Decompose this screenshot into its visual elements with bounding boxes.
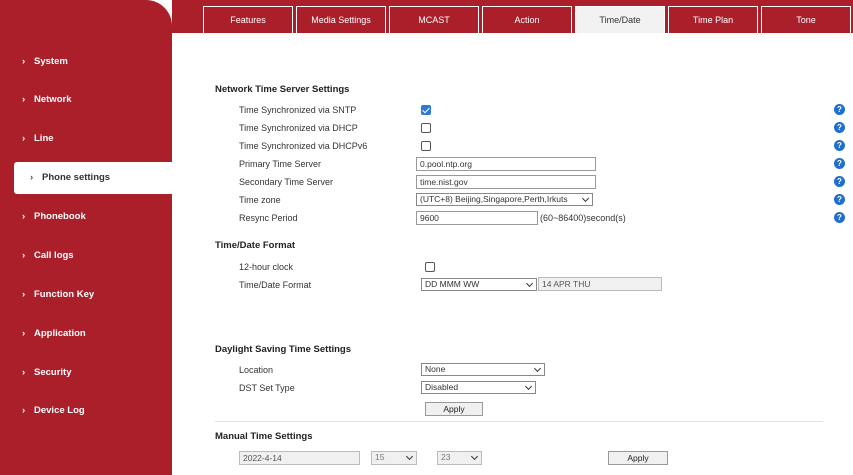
sidebar-item-function-key[interactable]: › Function Key: [0, 284, 172, 306]
timezone-value: (UTC+8) Beijing,Singapore,Perth,Irkuts: [420, 194, 568, 204]
help-icon[interactable]: ?: [834, 194, 845, 205]
twelve-hour-clock-checkbox[interactable]: [425, 262, 435, 272]
sidebar-item-network[interactable]: › Network: [0, 89, 172, 111]
dst-section-title: Daylight Saving Time Settings: [215, 344, 352, 355]
help-icon[interactable]: ?: [834, 104, 845, 115]
manual-minute-value: 23: [441, 452, 451, 462]
sidebar-item-security[interactable]: › Security: [0, 362, 172, 384]
time-date-format-label: Time/Date Format: [239, 280, 312, 290]
section-divider: [215, 421, 823, 422]
primary-server-label: Primary Time Server: [239, 159, 322, 169]
sidebar-item-label: Call logs: [34, 250, 74, 261]
chevron-right-icon: ›: [22, 250, 26, 261]
sidebar-item-label: Application: [34, 328, 86, 339]
sidebar-item-phone-settings[interactable]: › Phone settings: [14, 162, 172, 194]
time-date-format-preview: 14 APR THU: [538, 277, 662, 291]
chevron-down-icon: [470, 452, 479, 461]
timezone-select[interactable]: (UTC+8) Beijing,Singapore,Perth,Irkuts: [416, 193, 593, 206]
time-date-format-select[interactable]: DD MMM WW: [421, 278, 537, 291]
help-icon[interactable]: ?: [834, 140, 845, 151]
chevron-down-icon: [533, 364, 542, 373]
dst-type-value: Disabled: [425, 382, 459, 392]
time-format-section-title: Time/Date Format: [215, 240, 296, 251]
resync-period-input[interactable]: 9600: [416, 211, 538, 225]
sidebar-item-application[interactable]: › Application: [0, 323, 172, 345]
sidebar-item-label: Security: [34, 367, 72, 378]
primary-server-input[interactable]: 0.pool.ntp.org: [416, 157, 596, 171]
chevron-down-icon: [405, 452, 414, 461]
help-icon[interactable]: ?: [834, 158, 845, 169]
dst-location-select[interactable]: None: [421, 363, 545, 376]
sidebar-item-label: Phone settings: [42, 172, 111, 183]
chevron-down-icon: [525, 279, 534, 288]
tab-bar-divider: [172, 33, 853, 41]
dhcp-checkbox[interactable]: [421, 123, 431, 133]
manual-hour-select[interactable]: 15: [371, 451, 417, 465]
manual-hour-value: 15: [375, 452, 385, 462]
sntp-label: Time Synchronized via SNTP: [239, 105, 357, 115]
manual-date-input[interactable]: 2022-4-14: [239, 451, 360, 465]
help-icon[interactable]: ?: [834, 176, 845, 187]
help-icon[interactable]: ?: [834, 212, 845, 223]
chevron-right-icon: ›: [22, 367, 26, 378]
page: Features Media Settings MCAST Action Tim…: [0, 0, 853, 475]
chevron-right-icon: ›: [22, 56, 26, 67]
manual-time-section-title: Manual Time Settings: [215, 431, 313, 442]
chevron-right-icon: ›: [22, 94, 26, 105]
chevron-right-icon: ›: [22, 133, 26, 144]
time-date-format-value: DD MMM WW: [425, 279, 480, 289]
resync-period-label: Resync Period: [239, 213, 298, 223]
manual-apply-button[interactable]: Apply: [608, 451, 668, 465]
tab-action[interactable]: Action: [482, 6, 572, 33]
sntp-checkbox[interactable]: [421, 105, 431, 115]
tab-mcast[interactable]: MCAST: [389, 6, 479, 33]
dhcpv6-checkbox[interactable]: [421, 141, 431, 151]
dst-location-label: Location: [239, 365, 274, 375]
help-icon[interactable]: ?: [834, 122, 845, 133]
dhcp-label: Time Synchronized via DHCP: [239, 123, 358, 133]
dst-type-label: DST Set Type: [239, 383, 295, 393]
tab-tone[interactable]: Tone: [761, 6, 851, 33]
chevron-down-icon: [524, 382, 533, 391]
sidebar: › System › Network › Line › Phone settings ›…: [0, 0, 172, 475]
sidebar-item-line[interactable]: › Line: [0, 128, 172, 150]
secondary-server-input[interactable]: time.nist.gov: [416, 175, 596, 189]
chevron-right-icon: ›: [22, 289, 26, 300]
sidebar-item-label: Phonebook: [34, 211, 86, 222]
manual-minute-select[interactable]: 23: [437, 451, 482, 465]
tab-media-settings[interactable]: Media Settings: [296, 6, 386, 33]
secondary-server-label: Secondary Time Server: [239, 177, 334, 187]
resync-period-unit: (60~86400)second(s): [540, 213, 626, 223]
chevron-right-icon: ›: [30, 172, 34, 183]
sidebar-item-system[interactable]: › System: [0, 51, 172, 73]
sidebar-item-label: Device Log: [34, 405, 85, 416]
tab-time-plan[interactable]: Time Plan: [668, 6, 758, 33]
sidebar-item-call-logs[interactable]: › Call logs: [0, 245, 172, 267]
dst-apply-button[interactable]: Apply: [425, 402, 483, 416]
timezone-label: Time zone: [239, 195, 281, 205]
sidebar-item-label: System: [34, 56, 68, 67]
chevron-down-icon: [581, 194, 590, 203]
sidebar-item-label: Line: [34, 133, 54, 144]
chevron-right-icon: ›: [22, 328, 26, 339]
network-time-section-title: Network Time Server Settings: [215, 84, 350, 95]
sidebar-item-label: Function Key: [34, 289, 95, 300]
chevron-right-icon: ›: [22, 405, 26, 416]
dst-type-select[interactable]: Disabled: [421, 381, 536, 394]
dst-location-value: None: [425, 364, 446, 374]
sidebar-item-label: Network: [34, 94, 72, 105]
sidebar-item-device-log[interactable]: › Device Log: [0, 400, 172, 422]
tab-features[interactable]: Features: [203, 6, 293, 33]
tab-time-date[interactable]: Time/Date: [575, 6, 665, 33]
chevron-right-icon: ›: [22, 211, 26, 222]
dhcpv6-label: Time Synchronized via DHCPv6: [239, 141, 368, 151]
sidebar-item-phonebook[interactable]: › Phonebook: [0, 206, 172, 228]
twelve-hour-clock-label: 12-hour clock: [239, 262, 294, 272]
